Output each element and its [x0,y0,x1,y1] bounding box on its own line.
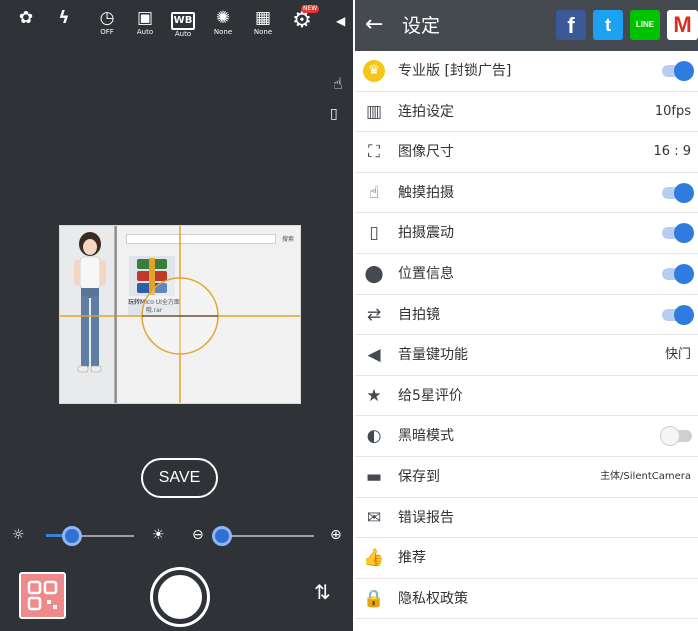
lock-icon: 🔒 [363,588,385,609]
timer-off-icon[interactable]: ◷ OFF [93,8,121,38]
toggle-thumb [674,263,694,284]
twitter-icon[interactable]: t [593,10,623,40]
camera-panel: ✿ ϟ ◷ OFF ▣ Auto WB Auto ✺ None ▦ None ⚙… [0,0,353,631]
toggle-vibrate[interactable] [660,222,694,244]
star-icon: ★ [366,385,382,406]
line-icon[interactable]: LINE [630,10,660,40]
burst-icon: ▥ [365,101,383,122]
thumbs-up-icon: 👍 [363,548,385,569]
crown-icon: ♛ [363,60,385,82]
zoom-knob[interactable] [212,526,232,546]
settings-label-pro: 专业版 [封锁广告] [398,63,512,79]
settings-label-size: 图像尺寸 [398,144,454,161]
new-badge: NEW [301,5,320,13]
location-icon: ⬤ [364,263,384,284]
qr-code-icon [27,580,58,611]
exposure-slider[interactable]: ☼ ☀ [12,525,172,547]
vibrate-icon: ▯ [369,223,379,244]
exposure-up-icon[interactable]: ☀ [152,527,165,543]
settings-row-touch[interactable]: ☝ 触摸拍摄 [355,173,698,214]
settings-row-privacy[interactable]: 🔒 隐私权政策 [355,579,698,620]
settings-panel: ← 设定 f t LINE M ♛ 专业版 [封锁广告] ▥ 连拍设定 10fps ⛶ 图像… [355,0,698,631]
exposure-down-icon[interactable]: ☼ [12,527,25,543]
vibrate-indicator-icon: ▯ [330,106,338,122]
settings-row-selfie[interactable]: ⇄ 自拍镜 [355,295,698,336]
camera-preview[interactable]: 搜索 玩转Mico UI全方面哦.rar [59,225,301,404]
settings-row-save[interactable]: ▬ 保存到 主体/SilentCamera [355,457,698,498]
toggle-thumb [674,182,694,203]
settings-value-burst: 10fps [654,103,691,119]
gmail-icon[interactable]: M [667,10,698,40]
zoom-in-icon[interactable]: ⊕ [330,527,342,543]
settings-label-location: 位置信息 [398,265,454,282]
settings-label-rate: 给5星评价 [398,387,463,404]
settings-label-report: 错误报告 [398,509,454,526]
settings-label-save: 保存到 [398,468,440,485]
switch-camera-icon[interactable]: ⇅ [314,580,331,604]
settings-label-volume: 音量键功能 [398,347,468,364]
scene-icon[interactable]: ▣ Auto [131,8,159,38]
settings-list: ♛ 专业版 [封锁广告] ▥ 连拍设定 10fps ⛶ 图像尺寸 16 : 9 ☝ 触摸拍摄 ▯ 拍摄… [355,51,698,620]
settings-row-recommend[interactable]: 👍 推荐 [355,538,698,579]
settings-row-vibrate[interactable]: ▯ 拍摄震动 [355,213,698,254]
macro-flower-icon[interactable]: ✿ [12,8,40,38]
shutter-button[interactable] [153,570,207,624]
toggle-thumb [660,426,680,447]
settings-row-report[interactable]: ✉ 错误报告 [355,498,698,539]
settings-row-pro[interactable]: ♛ 专业版 [封锁广告] [355,51,698,92]
settings-label-vibrate: 拍摄震动 [398,225,454,242]
toggle-thumb [674,304,694,325]
white-balance-icon[interactable]: WB Auto [169,8,197,38]
toggle-pro[interactable] [660,60,694,82]
settings-label-recommend: 推荐 [398,550,426,567]
app-root: ✿ ϟ ◷ OFF ▣ Auto WB Auto ✺ None ▦ None ⚙… [0,0,698,631]
volume-icon: ◀ [367,345,381,366]
settings-row-volume[interactable]: ◀ 音量键功能 快门 [355,335,698,376]
gallery-thumbnail[interactable] [19,572,66,619]
settings-label-dark: 黑暗模式 [398,428,454,445]
save-button[interactable]: SAVE [141,458,218,498]
toggle-thumb [674,223,694,244]
collapse-icon[interactable]: ◀ [336,14,345,28]
toggle-touch[interactable] [660,182,694,204]
mail-icon: ✉ [366,507,382,528]
dark-mode-icon: ◐ [366,426,382,447]
toggle-selfie[interactable] [660,304,694,326]
toggle-dark[interactable] [660,425,694,447]
flash-off-icon[interactable]: ϟ [50,8,78,38]
settings-row-burst[interactable]: ▥ 连拍设定 10fps [355,92,698,133]
settings-row-size[interactable]: ⛶ 图像尺寸 16 : 9 [355,132,698,173]
settings-label-burst: 连拍设定 [398,103,454,120]
touch-shot-icon: ☝ [333,74,343,93]
facebook-icon[interactable]: f [556,10,586,40]
grid-icon[interactable]: ▦ None [249,8,277,38]
camera-toolbar: ✿ ϟ ◷ OFF ▣ Auto WB Auto ✺ None ▦ None ⚙… [0,0,353,46]
back-arrow-icon[interactable]: ← [365,12,383,38]
settings-value-save: 主体/SilentCamera [600,470,691,482]
settings-value-volume: 快门 [664,347,691,363]
folder-icon: ▬ [365,466,383,487]
page-title: 设定 [402,15,441,37]
focus-overlay [60,226,300,403]
toggle-location[interactable] [660,263,694,285]
zoom-out-icon[interactable]: ⊖ [192,527,204,543]
image-size-icon: ⛶ [368,142,380,163]
settings-label-selfie: 自拍镜 [398,306,440,323]
filter-icon[interactable]: ✺ None [209,8,237,38]
toggle-thumb [674,61,694,81]
settings-row-dark[interactable]: ◐ 黑暗模式 [355,416,698,457]
crown-glyph: ♛ [368,63,380,78]
settings-label-privacy: 隐私权政策 [398,590,468,607]
settings-app-bar: ← 设定 f t LINE M [355,0,698,51]
touch-icon: ☝ [368,182,380,203]
selfie-flip-icon: ⇄ [366,304,382,325]
settings-row-rate[interactable]: ★ 给5星评价 [355,376,698,417]
exposure-knob[interactable] [62,526,83,546]
settings-value-size: 16 : 9 [653,144,691,160]
settings-label-touch: 触摸拍摄 [398,184,454,201]
zoom-slider[interactable]: ⊖ ⊕ [192,525,352,547]
settings-row-location[interactable]: ⬤ 位置信息 [355,254,698,295]
